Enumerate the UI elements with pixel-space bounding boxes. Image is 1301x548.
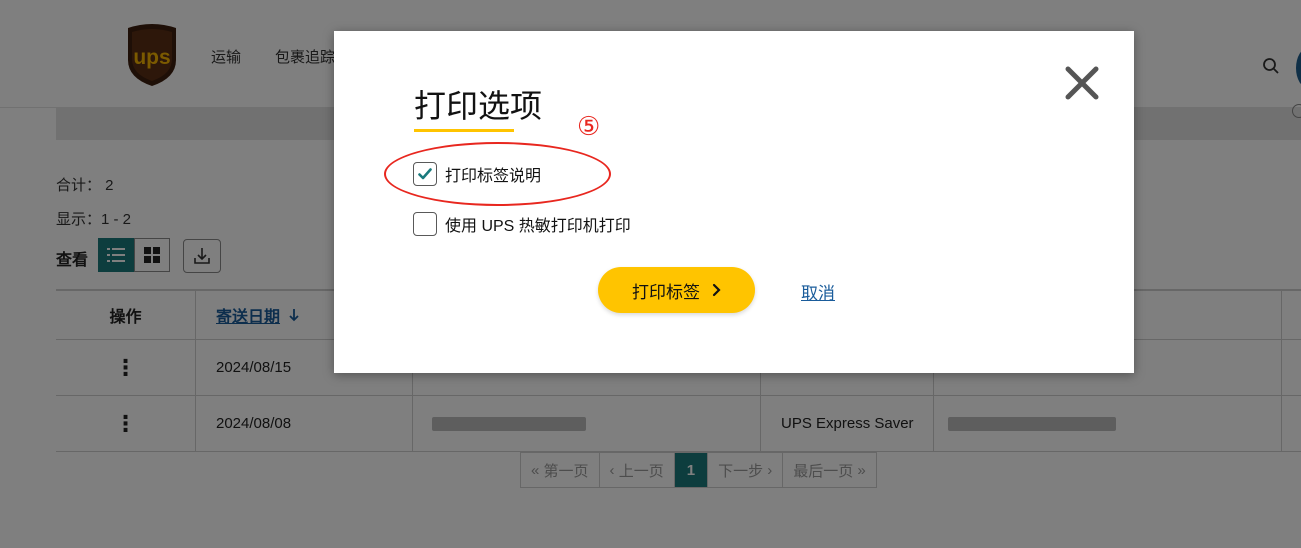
checkbox-unchecked[interactable] [413, 212, 437, 236]
print-label-text: 打印标签 [632, 282, 700, 302]
checkbox-checked[interactable] [413, 162, 437, 186]
print-options-dialog: 打印选项 ⑤ 打印标签说明 使用 UPS 热敏打印机打印 打印标签 取消 [334, 31, 1134, 373]
option-print-instructions[interactable]: 打印标签说明 [413, 162, 541, 186]
dialog-title: 打印选项 [414, 88, 543, 124]
option-thermal-printer[interactable]: 使用 UPS 热敏打印机打印 [413, 212, 631, 236]
print-label-button[interactable]: 打印标签 [598, 267, 755, 313]
step-annotation: ⑤ [577, 111, 601, 141]
chevron-right-icon [712, 283, 721, 297]
cancel-link[interactable]: 取消 [801, 279, 835, 304]
checkmark-icon [418, 168, 432, 180]
option-label: 使用 UPS 热敏打印机打印 [445, 218, 631, 235]
option-label: 打印标签说明 [445, 168, 542, 185]
title-underline [414, 129, 514, 132]
close-icon[interactable] [1064, 65, 1100, 101]
